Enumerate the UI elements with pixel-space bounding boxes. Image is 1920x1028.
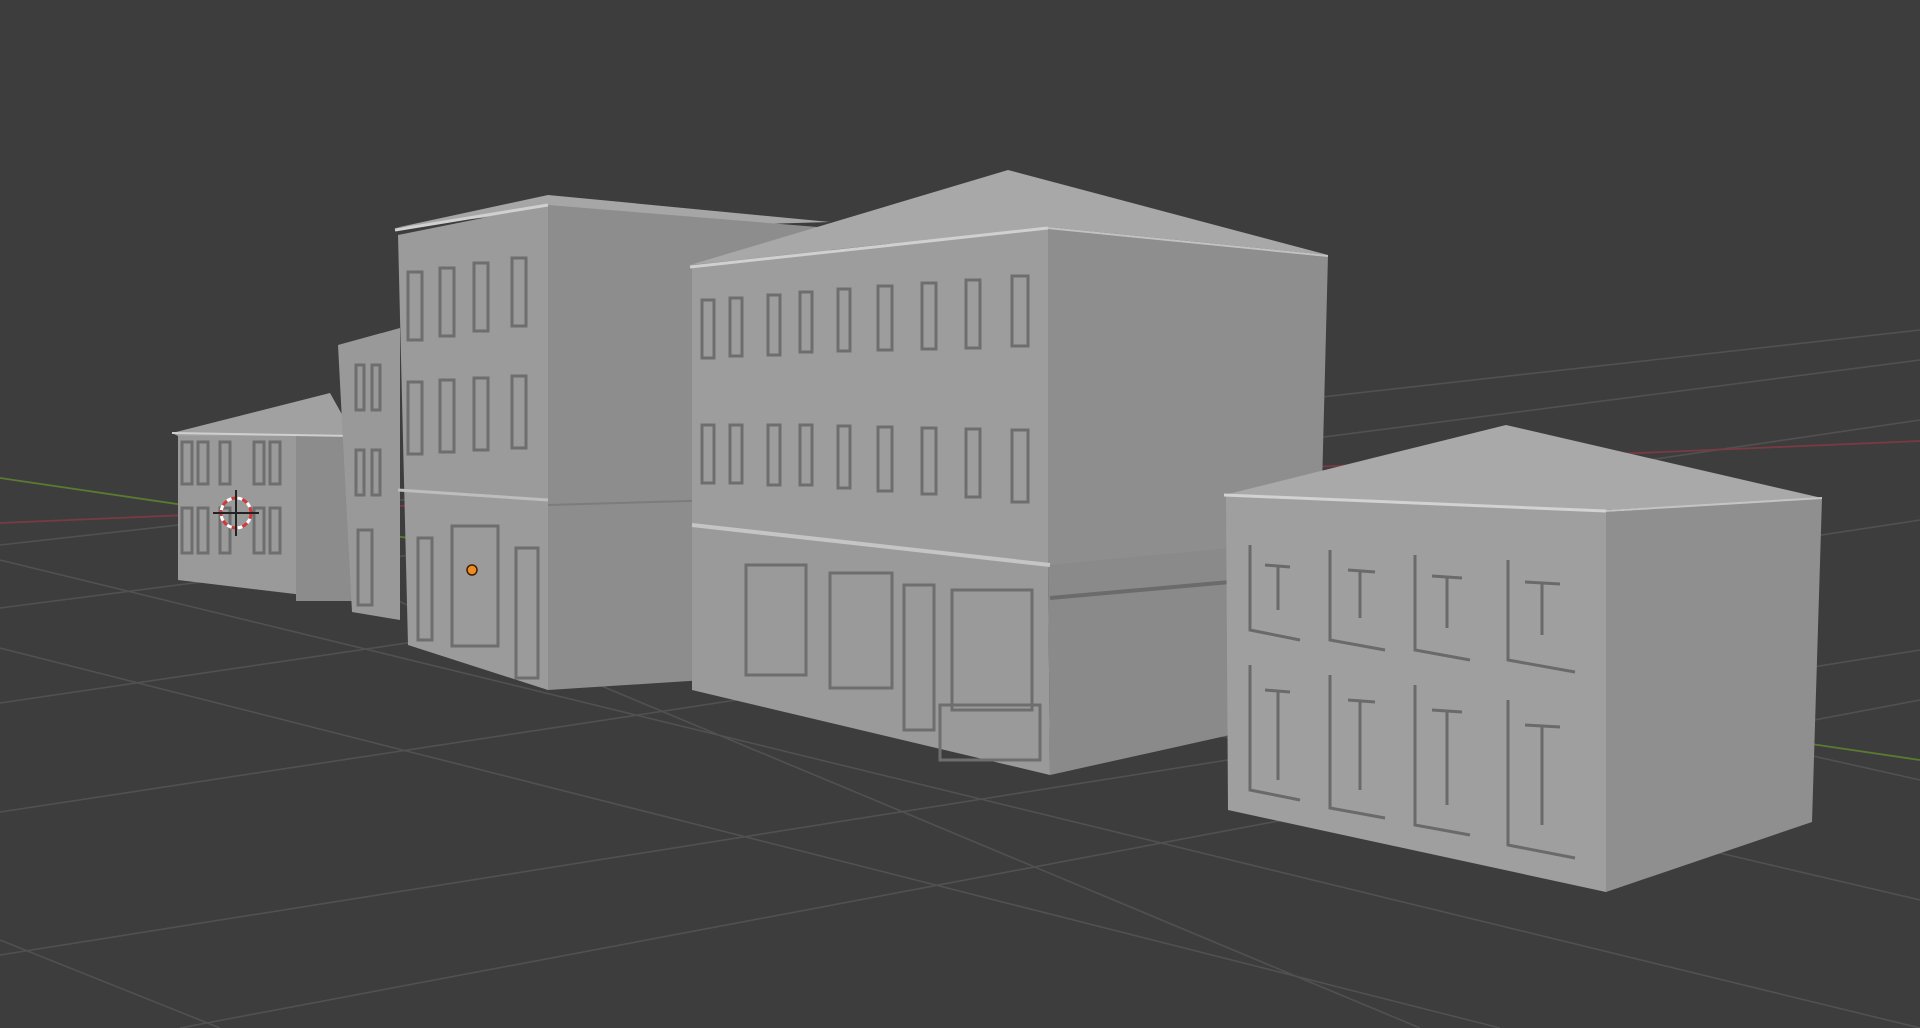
viewport-canvas[interactable] — [0, 0, 1920, 1028]
3d-viewport[interactable] — [0, 0, 1920, 1028]
object-origin-icon[interactable] — [466, 564, 478, 576]
building-small-right[interactable] — [1223, 425, 1823, 892]
building-small-left[interactable] — [171, 393, 355, 601]
